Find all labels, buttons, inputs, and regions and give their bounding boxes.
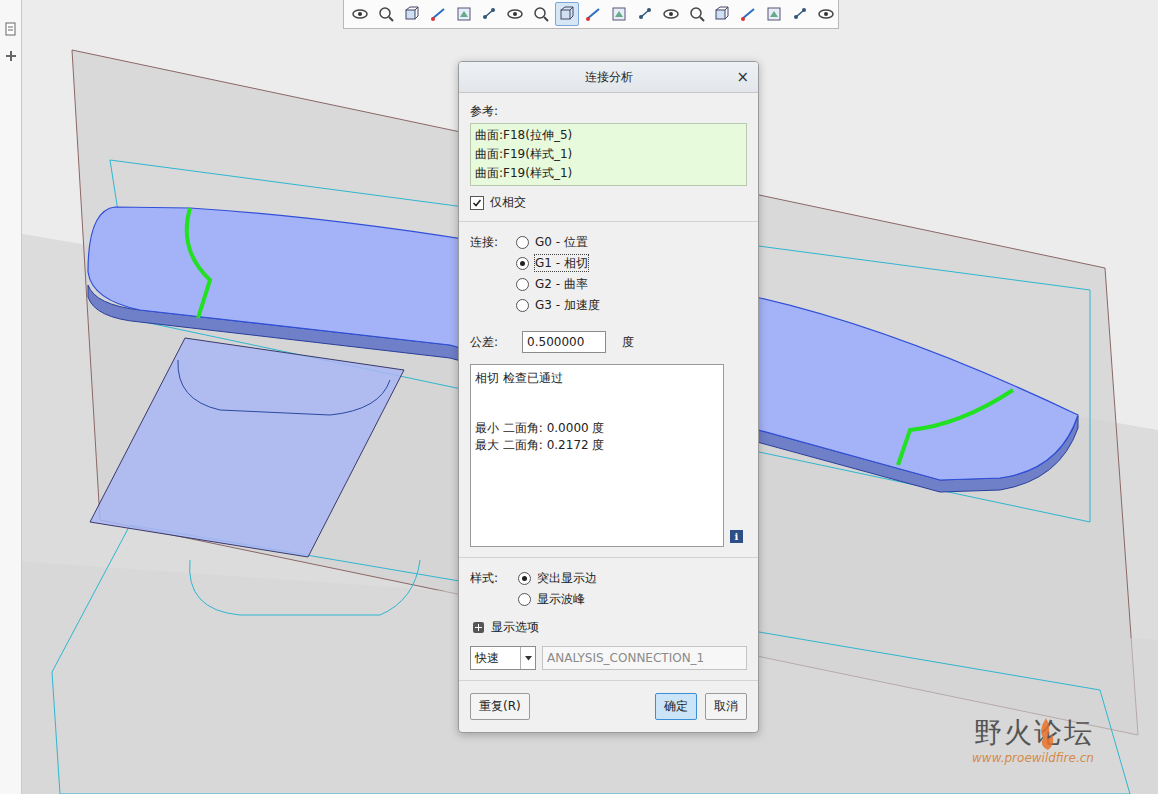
flame-icon — [1034, 716, 1058, 752]
toolbar-button[interactable] — [503, 2, 527, 26]
connection-options: G0 - 位置 G1 - 相切 G2 - 曲率 G3 - 加速度 — [516, 234, 600, 313]
tolerance-unit: 度 — [622, 334, 634, 350]
style-label: 样式: — [470, 570, 498, 607]
tool-icon — [584, 5, 602, 23]
toolbar-button[interactable] — [788, 2, 812, 26]
view-toolbar — [343, 0, 839, 29]
checkbox[interactable] — [470, 196, 484, 210]
toolbar-button[interactable] — [685, 2, 709, 26]
expand-icon[interactable] — [473, 622, 484, 633]
dialog-title: 连接分析 — [585, 69, 633, 86]
tool-icon — [791, 5, 809, 23]
toolbar-button[interactable] — [581, 2, 605, 26]
tool-icon — [532, 5, 550, 23]
tool-icon — [377, 5, 395, 23]
dialog-button[interactable]: 取消 — [705, 693, 747, 720]
watermark-title: 野火论坛 — [972, 716, 1094, 750]
reference-item[interactable]: 曲面:F19(样式_1) — [475, 145, 742, 164]
tool-icon — [765, 5, 783, 23]
toolbar-button[interactable] — [736, 2, 760, 26]
tool-icon — [817, 5, 835, 23]
connection-radio[interactable]: G2 - 曲率 — [516, 276, 600, 292]
close-button[interactable]: × — [736, 68, 749, 86]
tool-icon — [662, 5, 680, 23]
toolbar-button[interactable] — [555, 2, 579, 26]
toolbar-button[interactable] — [633, 2, 657, 26]
left-panel — [0, 0, 22, 794]
toolbar-button[interactable] — [762, 2, 786, 26]
connection-radio[interactable]: G1 - 相切 — [516, 255, 600, 271]
tool-icon — [713, 5, 731, 23]
display-options-toggle[interactable]: 显示选项 — [473, 619, 747, 636]
toolbar-button[interactable] — [659, 2, 683, 26]
toolbar-button[interactable] — [607, 2, 631, 26]
tool-icon — [688, 5, 706, 23]
tool-icon — [739, 5, 757, 23]
tool-icon — [610, 5, 628, 23]
dialog-button[interactable]: 重复(R) — [470, 693, 530, 720]
watermark: 野火论坛www.proewildfire.cn — [972, 716, 1094, 766]
toolbar-button[interactable] — [477, 2, 501, 26]
add-icon[interactable] — [5, 50, 17, 62]
check-icon — [472, 198, 482, 208]
watermark-url: www.proewildfire.cn — [972, 750, 1094, 766]
tool-icon — [506, 5, 524, 23]
toolbar-button[interactable] — [529, 2, 553, 26]
connection-label: 连接: — [470, 234, 498, 313]
button-bar: 重复(R) 确定取消 — [459, 681, 758, 732]
toolbar-button[interactable] — [400, 2, 424, 26]
creo-screen: 连接分析×参考:曲面:F18(拉伸_5)曲面:F19(样式_1)曲面:F19(样… — [0, 0, 1158, 794]
reference-label: 参考: — [470, 103, 747, 119]
style-options: 突出显示边显示波峰 — [518, 570, 597, 607]
style-radio[interactable]: 突出显示边 — [518, 570, 597, 586]
dialog-button[interactable]: 确定 — [655, 693, 697, 720]
info-icon[interactable]: i — [730, 530, 743, 543]
quality-dropdown[interactable]: 快速 — [470, 646, 536, 670]
result-line: 最大 二面角: 0.2172 度 — [475, 437, 719, 454]
document-icon[interactable] — [5, 22, 17, 36]
reference-item[interactable]: 曲面:F18(拉伸_5) — [475, 126, 742, 145]
toolbar-button[interactable] — [710, 2, 734, 26]
tool-icon — [455, 5, 473, 23]
style-radio[interactable]: 显示波峰 — [518, 591, 597, 607]
result-box: 相切 检查已通过最小 二面角: 0.0000 度最大 二面角: 0.2172 度 — [470, 364, 724, 547]
tool-icon — [636, 5, 654, 23]
reference-list[interactable]: 曲面:F18(拉伸_5)曲面:F19(样式_1)曲面:F19(样式_1) — [470, 123, 747, 186]
reference-item[interactable]: 曲面:F19(样式_1) — [475, 164, 742, 183]
connection-radio[interactable]: G3 - 加速度 — [516, 297, 600, 313]
result-line: 最小 二面角: 0.0000 度 — [475, 420, 719, 437]
tolerance-input[interactable]: 0.500000 — [522, 331, 606, 353]
intersect-only-checkbox[interactable]: 仅相交 — [470, 194, 747, 211]
tolerance-label: 公差: — [470, 334, 498, 350]
tool-icon — [429, 5, 447, 23]
tool-icon — [558, 5, 576, 23]
toolbar-button[interactable] — [348, 2, 372, 26]
result-status: 相切 检查已通过 — [475, 370, 719, 387]
analysis-name-field: ANALYSIS_CONNECTION_1 — [542, 646, 747, 670]
tool-icon — [351, 5, 369, 23]
connection-radio[interactable]: G0 - 位置 — [516, 234, 600, 250]
toolbar-button[interactable] — [452, 2, 476, 26]
tool-icon — [480, 5, 498, 23]
connection-analysis-dialog: 连接分析×参考:曲面:F18(拉伸_5)曲面:F19(样式_1)曲面:F19(样… — [458, 61, 759, 733]
toolbar-button[interactable] — [814, 2, 838, 26]
toolbar-button[interactable] — [426, 2, 450, 26]
tool-icon — [403, 5, 421, 23]
dropdown-arrow-icon — [525, 656, 532, 661]
title-bar[interactable]: 连接分析 × — [459, 62, 758, 93]
toolbar-button[interactable] — [374, 2, 398, 26]
